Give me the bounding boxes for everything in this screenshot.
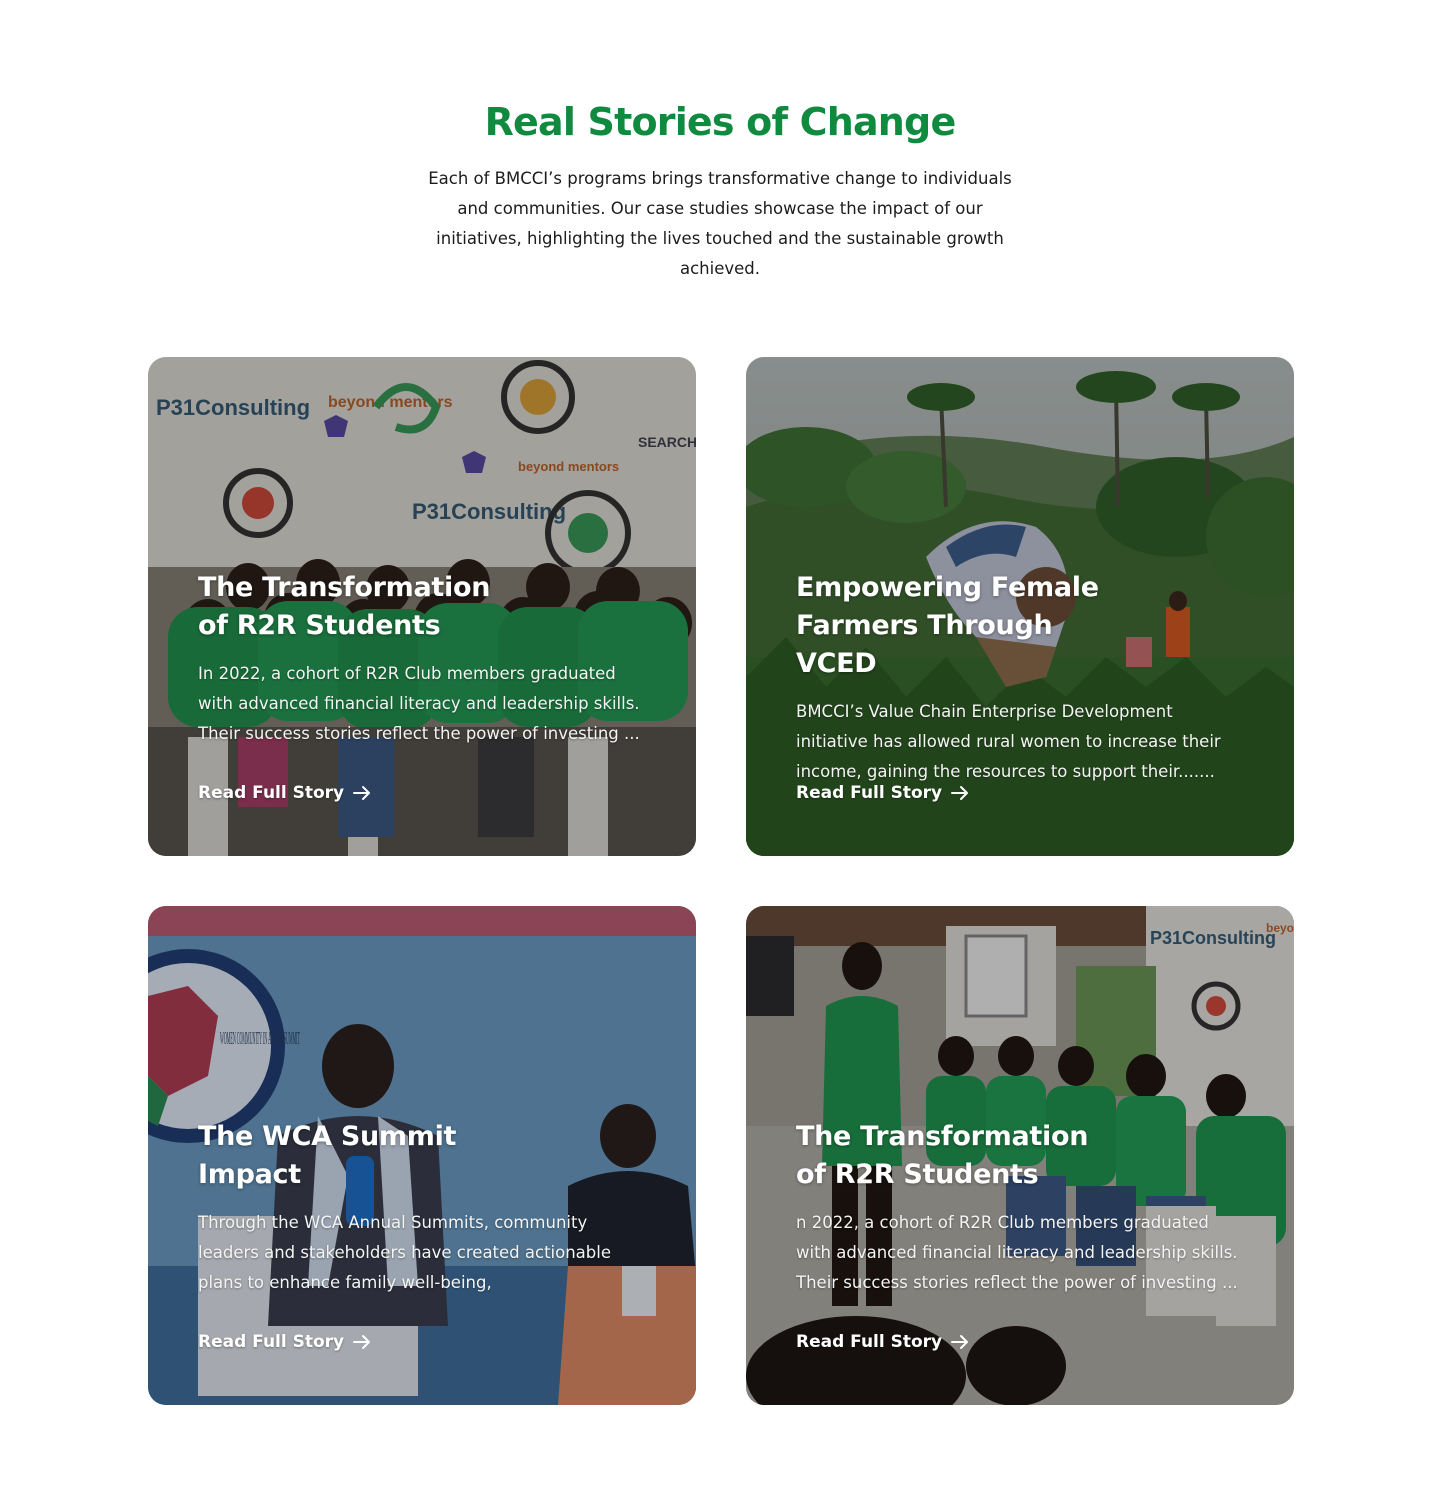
card-title: The Transformation of R2R Students <box>796 1121 1089 1190</box>
arrow-right-icon <box>353 786 371 800</box>
read-full-story-link[interactable]: Read Full Story <box>796 783 970 803</box>
card-title: Empowering Female Farmers Through VCED <box>796 572 1099 679</box>
story-card-wca-summit[interactable]: WOMEN COMMUNITY IN AFRICA SUMMIT The WCA… <box>148 906 696 1405</box>
stories-section: Real Stories of Change Each of BMCCI’s p… <box>0 0 1440 1488</box>
arrow-right-icon <box>353 1335 371 1349</box>
arrow-right-icon <box>951 1335 969 1349</box>
read-full-story-label: Read Full Story <box>796 1332 943 1352</box>
section-title: Real Stories of Change <box>484 100 957 144</box>
story-card-r2r-students[interactable]: P31Consulting beyond mentors SEARCH INWA… <box>148 357 696 856</box>
card-excerpt: n 2022, a cohort of R2R Club members gra… <box>796 1213 1238 1292</box>
card-excerpt: BMCCI’s Value Chain Enterprise Developme… <box>796 702 1221 781</box>
read-full-story-link[interactable]: Read Full Story <box>796 1332 970 1352</box>
card-excerpt: In 2022, a cohort of R2R Club members gr… <box>198 664 640 743</box>
story-card-r2r-students-2[interactable]: P31Consulting beyond mentors <box>746 906 1294 1405</box>
story-card-female-farmers[interactable]: Empowering Female Farmers Through VCED B… <box>746 357 1294 856</box>
read-full-story-label: Read Full Story <box>796 783 943 803</box>
section-intro: Each of BMCCI’s programs brings transfor… <box>428 169 1012 278</box>
read-full-story-label: Read Full Story <box>198 783 345 803</box>
read-full-story-link[interactable]: Read Full Story <box>198 783 372 803</box>
read-full-story-label: Read Full Story <box>198 1332 345 1352</box>
card-title: The WCA Summit Impact <box>198 1121 457 1190</box>
arrow-right-icon <box>951 786 969 800</box>
read-full-story-link[interactable]: Read Full Story <box>198 1332 372 1352</box>
card-title: The Transformation of R2R Students <box>198 572 491 641</box>
card-excerpt: Through the WCA Annual Summits, communit… <box>198 1213 611 1292</box>
